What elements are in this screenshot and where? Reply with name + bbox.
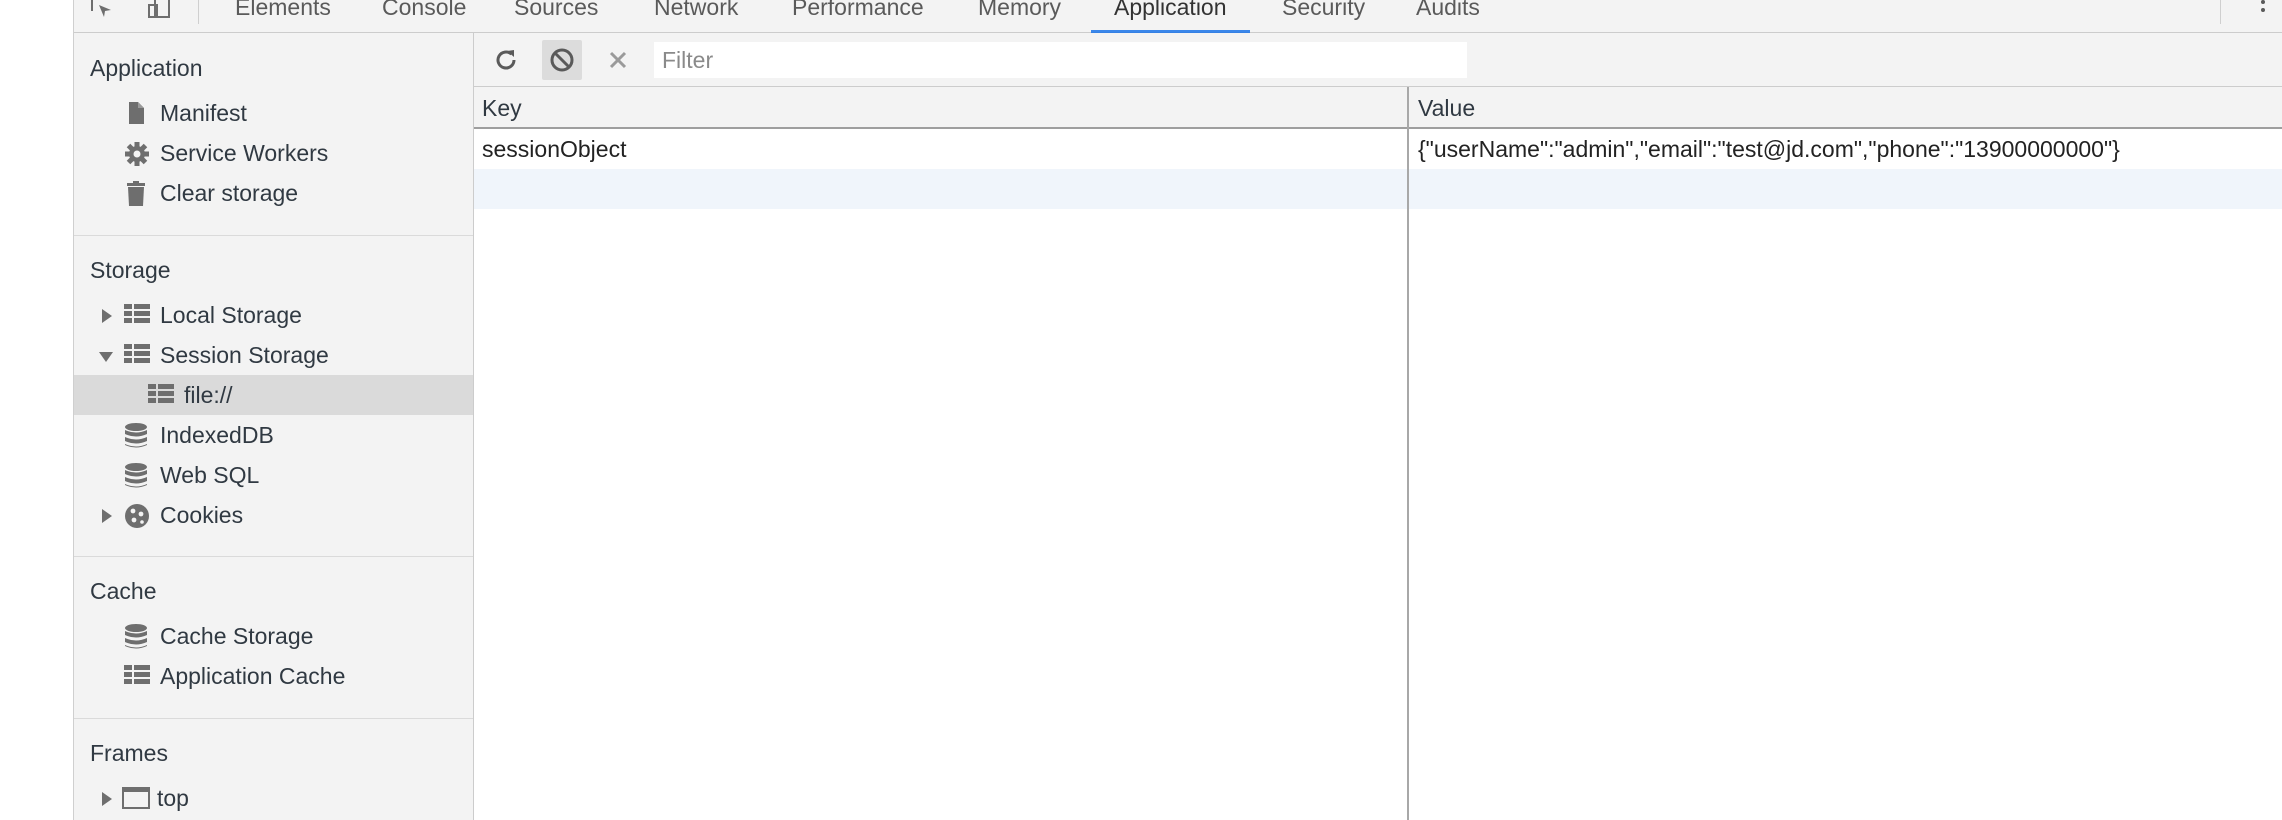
sidebar-item-cache-storage[interactable]: Cache Storage (74, 616, 473, 656)
section-title-application: Application (90, 55, 203, 81)
sidebar-item-session-storage[interactable]: Session Storage (74, 335, 473, 375)
sidebar-item-session-file[interactable]: file:// (74, 375, 473, 415)
refresh-icon (496, 50, 516, 70)
tab-console[interactable]: Console (382, 0, 466, 33)
sidebar-item-indexeddb[interactable]: IndexedDB (74, 415, 473, 455)
sidebar-item-label: file:// (184, 382, 233, 408)
device-toolbar-icon[interactable] (145, 0, 173, 22)
database-icon (124, 423, 148, 448)
refresh-button[interactable] (486, 40, 526, 80)
table-icon (148, 383, 174, 407)
tab-audits[interactable]: Audits (1416, 0, 1480, 33)
storage-data-grid: Key Value sessionObject {"userName":"adm… (474, 87, 2282, 820)
sidebar-item-label: Manifest (160, 100, 247, 126)
inspect-element-icon[interactable] (88, 0, 116, 22)
gear-icon (124, 141, 149, 166)
column-header-key[interactable]: Key (482, 95, 522, 122)
sidebar-item-label: Cookies (160, 502, 244, 528)
devtools-tab-bar: Elements Console Sources Network Perform… (74, 0, 2282, 33)
sidebar-item-label: Cache Storage (160, 623, 314, 649)
tab-elements[interactable]: Elements (235, 0, 331, 33)
sidebar-item-label: Session Storage (160, 342, 329, 368)
frame-icon (122, 786, 150, 810)
sidebar-item-service-workers[interactable]: Service Workers (74, 133, 473, 173)
toolbar-separator (198, 0, 199, 24)
document-icon (124, 101, 148, 125)
table-icon (124, 303, 150, 327)
table-row[interactable]: sessionObject {"userName":"admin","email… (474, 129, 2282, 169)
close-icon (609, 51, 627, 69)
cell-value[interactable]: {"userName":"admin","email":"test@jd.com… (1418, 136, 2120, 163)
sidebar-item-label: top (157, 785, 189, 811)
sidebar-item-cookies[interactable]: Cookies (74, 495, 473, 535)
tab-performance[interactable]: Performance (792, 0, 924, 33)
toolbar-separator-right (2220, 0, 2221, 24)
cookie-icon (124, 503, 149, 528)
sidebar-item-label: Web SQL (160, 462, 260, 488)
devtools-window: Elements Console Sources Network Perform… (73, 0, 2282, 820)
sidebar-item-frame-top[interactable]: top (74, 778, 473, 818)
sidebar-item-application-cache[interactable]: Application Cache (74, 656, 473, 696)
table-icon (124, 664, 150, 688)
database-icon (124, 624, 148, 649)
tab-application[interactable]: Application (1091, 0, 1249, 33)
column-header-value[interactable]: Value (1418, 95, 1475, 122)
sidebar-item-label: Application Cache (160, 663, 346, 689)
database-icon (124, 463, 148, 488)
sidebar-item-label: IndexedDB (160, 422, 274, 448)
section-title-storage: Storage (90, 257, 171, 283)
storage-toolbar (474, 33, 2282, 87)
sidebar-item-label: Service Workers (160, 140, 329, 166)
delete-selected-button[interactable] (598, 40, 638, 80)
filter-input[interactable] (654, 42, 1467, 78)
sidebar-item-clear-storage[interactable]: Clear storage (74, 173, 473, 213)
section-divider (74, 718, 473, 719)
expand-arrow-icon[interactable] (102, 309, 112, 323)
tab-memory[interactable]: Memory (978, 0, 1061, 33)
sidebar-item-label: Local Storage (160, 302, 302, 328)
tab-sources[interactable]: Sources (514, 0, 598, 33)
more-options-icon[interactable] (2253, 0, 2273, 24)
main-panel: Key Value sessionObject {"userName":"adm… (474, 33, 2282, 820)
block-icon (550, 48, 574, 72)
clear-all-button[interactable] (542, 40, 582, 80)
cell-key[interactable]: sessionObject (482, 136, 626, 163)
sidebar-item-web-sql[interactable]: Web SQL (74, 455, 473, 495)
trash-icon (124, 181, 148, 206)
tab-security[interactable]: Security (1282, 0, 1365, 33)
collapse-arrow-icon[interactable] (99, 352, 113, 362)
grid-header: Key Value (474, 87, 2282, 129)
column-divider[interactable] (1407, 87, 1409, 820)
table-row-empty[interactable] (474, 169, 2282, 209)
sidebar-item-local-storage[interactable]: Local Storage (74, 295, 473, 335)
table-icon (124, 343, 150, 367)
expand-arrow-icon[interactable] (102, 792, 112, 806)
sidebar-item-manifest[interactable]: Manifest (74, 93, 473, 133)
section-title-cache: Cache (90, 578, 157, 604)
sidebar-item-label: Clear storage (160, 180, 299, 206)
section-divider (74, 556, 473, 557)
section-divider (74, 235, 473, 236)
tab-network[interactable]: Network (654, 0, 738, 33)
expand-arrow-icon[interactable] (102, 509, 112, 523)
sidebar: Application Manifest Service Workers Cle… (74, 33, 474, 820)
section-title-frames: Frames (90, 740, 168, 766)
